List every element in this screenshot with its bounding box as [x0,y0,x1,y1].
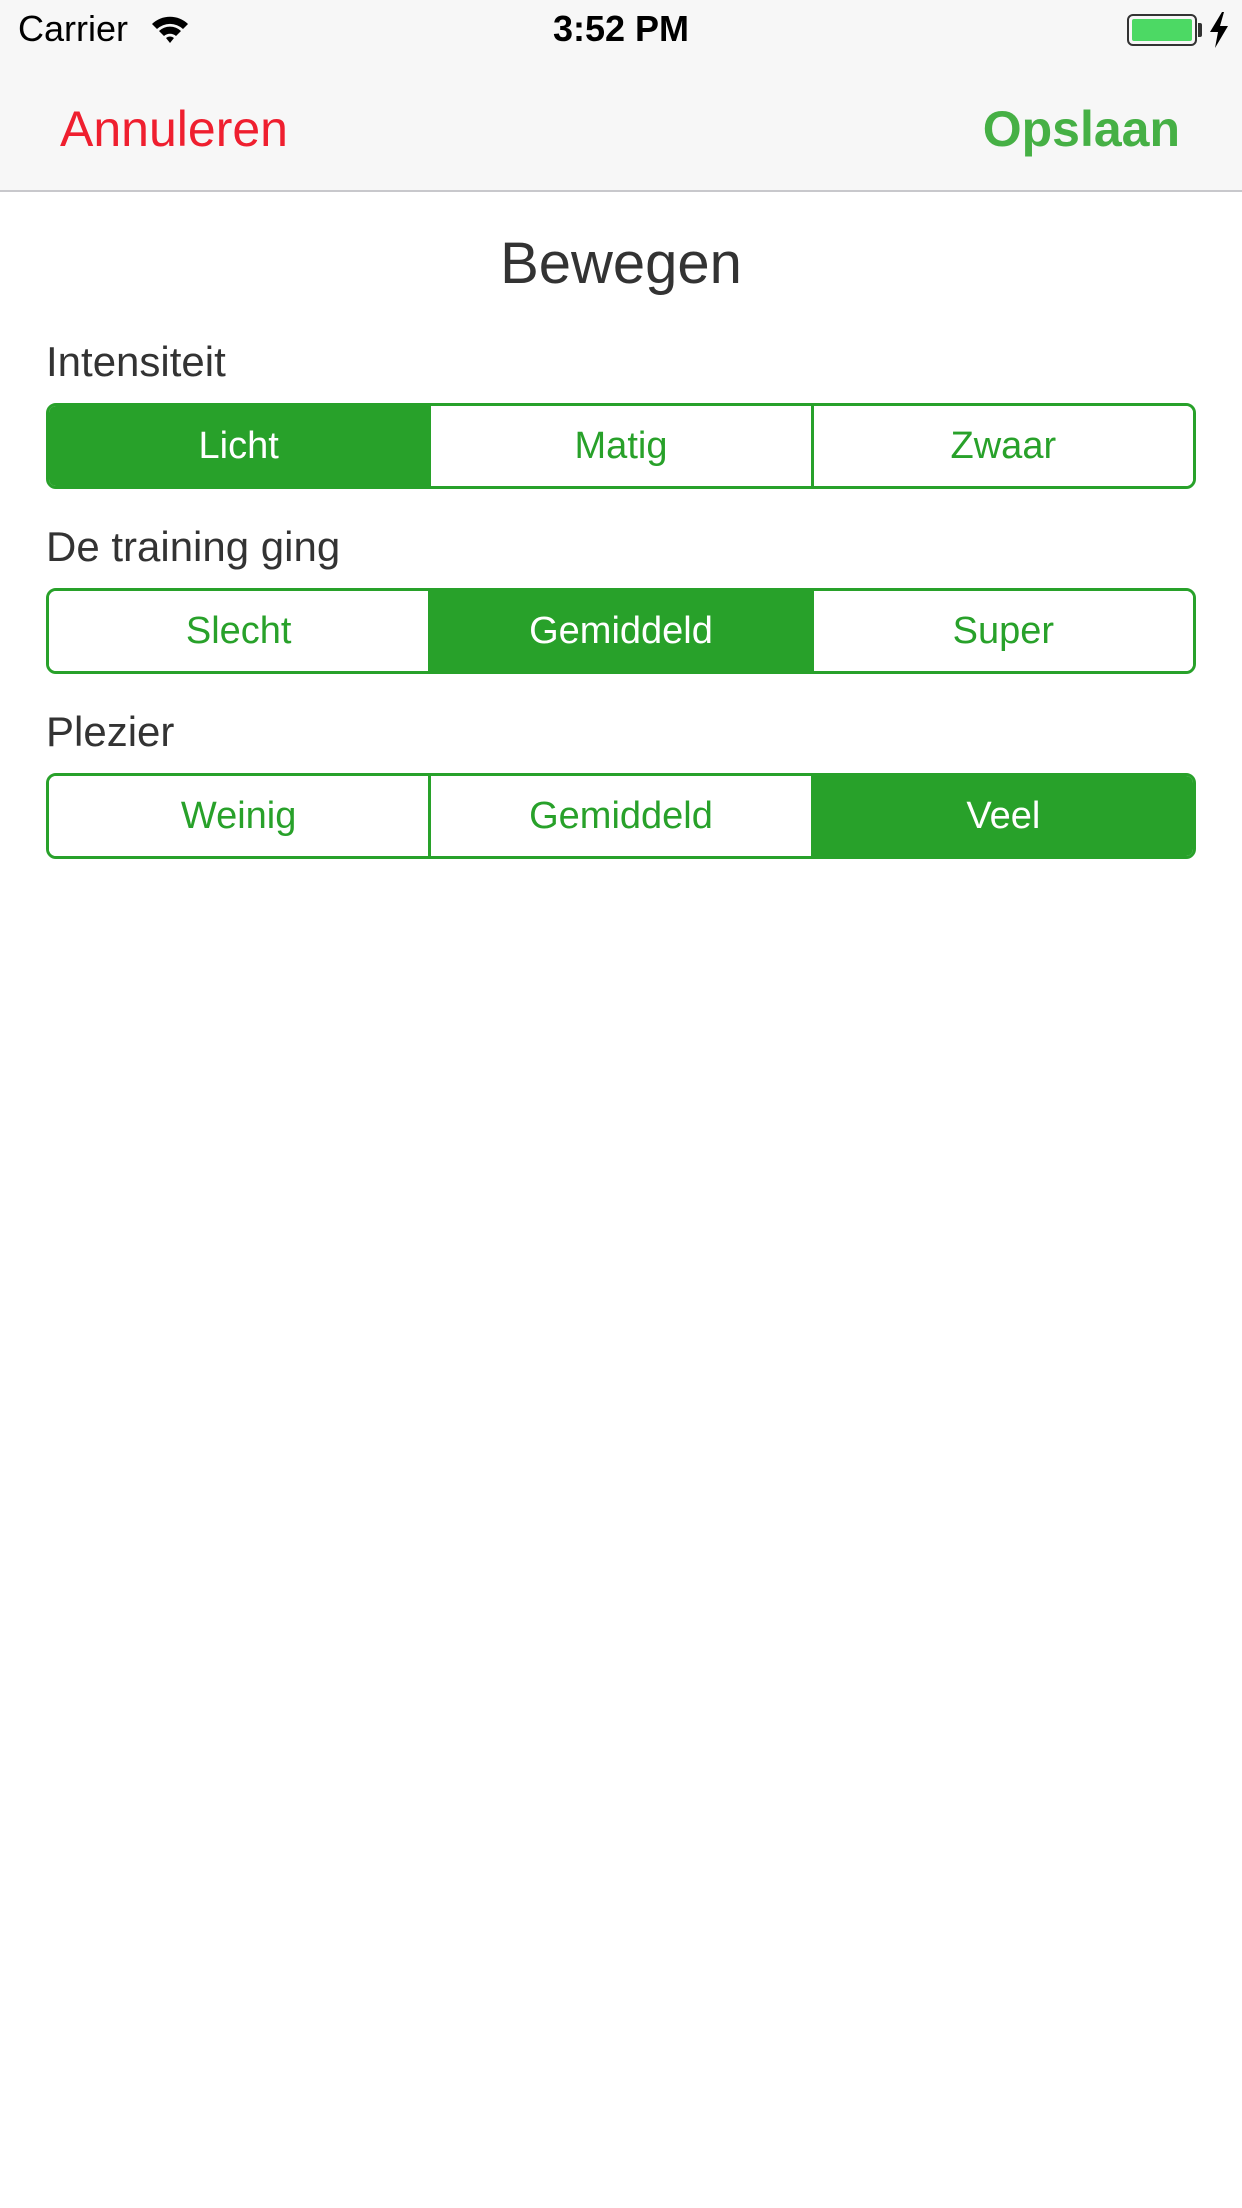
fun-option-much[interactable]: Veel [810,776,1193,856]
training-segmented-control: Slecht Gemiddeld Super [46,588,1196,674]
intensity-option-heavy[interactable]: Zwaar [810,406,1193,486]
training-option-average[interactable]: Gemiddeld [428,591,811,671]
navigation-bar: Annuleren Opslaan [0,62,1242,192]
charging-bolt-icon [1210,12,1228,48]
intensity-label: Intensiteit [46,338,226,385]
training-option-bad[interactable]: Slecht [49,591,429,671]
intensity-option-moderate[interactable]: Matig [428,406,811,486]
fun-label: Plezier [46,708,175,755]
save-button[interactable]: Opslaan [983,100,1180,158]
fun-option-average[interactable]: Gemiddeld [428,776,811,856]
intensity-option-light[interactable]: Licht [49,406,429,486]
battery-fill [1132,19,1192,41]
fun-segmented-control: Weinig Gemiddeld Veel [46,773,1196,859]
cancel-button[interactable]: Annuleren [60,100,288,158]
battery-tip [1198,23,1202,37]
intensity-segmented-control: Licht Matig Zwaar [46,403,1196,489]
page-title: Bewegen [500,231,742,296]
training-option-great[interactable]: Super [810,591,1193,671]
status-bar: Carrier 3:52 PM [0,0,1242,62]
fun-option-little[interactable]: Weinig [49,776,429,856]
status-time: 3:52 PM [552,8,690,49]
training-rating-label: De training ging [46,523,341,570]
battery-icon [1127,14,1197,46]
